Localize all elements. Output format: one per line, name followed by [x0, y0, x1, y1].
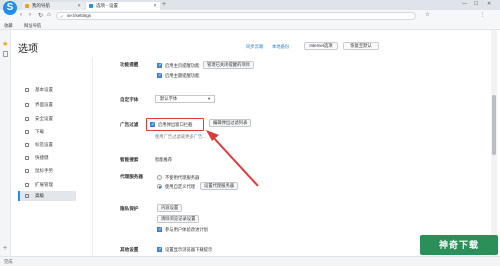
- tab-settings[interactable]: 选项 - 设置 ✕: [86, 2, 160, 10]
- ad-filter-hint: 使用广告过滤或更多广告...: [155, 134, 206, 139]
- local-backup-link[interactable]: 本地备份: [272, 44, 289, 50]
- status-text: 完成: [4, 259, 13, 264]
- home-prompt-checkbox[interactable]: [157, 62, 162, 68]
- side-panel-strip: ★ +: [0, 30, 11, 256]
- nav-item-advanced[interactable]: 高级: [18, 191, 76, 201]
- sync-cloud-link[interactable]: 同步云端: [246, 44, 263, 50]
- active-indicator: [18, 191, 20, 201]
- address-value: se://settings: [67, 13, 92, 18]
- download-prompt-checkbox[interactable]: [157, 246, 162, 252]
- content-settings-button[interactable]: 内容设置: [157, 204, 183, 212]
- function-prompt-label: 功能提醒: [120, 62, 139, 67]
- nav-item-mouse-gesture[interactable]: 鼠标手势: [18, 166, 76, 176]
- manage-closed-prompts-button[interactable]: 管理已关闭提醒的项目: [203, 61, 254, 69]
- favorite-star-icon[interactable]: ☆: [425, 12, 430, 18]
- close-window-button[interactable]: ✕: [487, 1, 491, 7]
- internet-options-button[interactable]: Internet选项: [304, 42, 338, 50]
- interface-icon: [25, 103, 29, 107]
- extension-icon: [25, 183, 29, 187]
- menu-icon[interactable]: ⋮: [480, 12, 486, 18]
- home-prompt-option: 启用主页提醒功能: [165, 63, 200, 68]
- settings-icon: [25, 88, 29, 92]
- reload-button[interactable]: ↻: [38, 12, 43, 19]
- bookmark-favorites[interactable]: 收藏: [4, 23, 13, 29]
- back-button[interactable]: ‹: [20, 12, 22, 18]
- status-bar: 完成: [0, 256, 500, 266]
- no-proxy-option: 不使用代理服务器: [165, 175, 200, 180]
- download-prompt-option: 设置显示浏览器下载提示: [165, 247, 213, 252]
- close-tab-icon[interactable]: ✕: [77, 2, 81, 10]
- shield-icon: [25, 117, 29, 121]
- nav-item-label: 快捷键: [35, 155, 49, 160]
- tab-label: 选项 - 设置: [96, 3, 118, 8]
- no-proxy-radio[interactable]: [157, 175, 162, 180]
- download-icon: [25, 130, 29, 134]
- ux-program-option: 参与用户体验改进计划: [165, 227, 208, 232]
- chevron-down-icon: ▼: [207, 96, 211, 101]
- restore-default-button[interactable]: 恢复至默认: [343, 42, 379, 50]
- font-select[interactable]: 默认字体 ▼: [155, 95, 215, 103]
- minimize-button[interactable]: —: [462, 1, 467, 7]
- tab-strip: S 我的导航 ✕ 选项 - 设置 ✕ + — ☐ ✕: [0, 0, 500, 15]
- forward-button[interactable]: ›: [29, 12, 31, 18]
- keyboard-icon: [25, 156, 29, 160]
- font-select-value: 默认字体: [160, 96, 178, 101]
- page-title: 选项: [18, 44, 38, 55]
- custom-proxy-option: 使用自定义代理: [165, 184, 196, 189]
- nav-item-shortcuts[interactable]: 快捷键: [18, 153, 76, 163]
- highlight-box: [146, 118, 204, 131]
- add-panel-icon[interactable]: +: [3, 245, 7, 252]
- bookmarks-bar: 收藏 网址导航: [0, 22, 500, 30]
- settings-favicon-icon: [89, 4, 93, 8]
- nav-item-label: 高级: [35, 193, 44, 198]
- new-tab-button[interactable]: +: [162, 1, 166, 8]
- close-tab-icon[interactable]: ✕: [153, 2, 157, 10]
- tab-icon: [25, 143, 29, 147]
- clear-history-settings-button[interactable]: 清除浏览记录设置: [157, 215, 200, 223]
- other-settings-label: 其他设置: [120, 247, 139, 252]
- nav-item-interface[interactable]: 界面设置: [18, 100, 76, 110]
- navigation-bar: ‹ › ↻ ⌂ ✓ se://settings ☆ ⋮: [0, 10, 500, 22]
- nav-item-label: 基本设置: [35, 87, 53, 92]
- mouse-icon: [25, 169, 29, 173]
- proxy-label: 代理服务器: [120, 174, 143, 179]
- page-icon[interactable]: [3, 51, 8, 57]
- watermark-logo: 神奇下载: [420, 235, 498, 255]
- bookmark-site-navigation[interactable]: 网址导航: [24, 23, 41, 29]
- ux-program-checkbox[interactable]: [157, 226, 162, 232]
- set-proxy-button[interactable]: 设置代理服务器: [200, 182, 239, 190]
- nav-item-label: 界面设置: [35, 102, 53, 107]
- custom-proxy-radio[interactable]: [157, 184, 162, 189]
- smart-suggest-label: 智能搜索: [120, 157, 139, 162]
- browser-logo-icon[interactable]: S: [3, 1, 17, 15]
- nav-item-tabs[interactable]: 标签设置: [18, 140, 76, 150]
- nav-item-security[interactable]: 安全设置: [18, 114, 76, 124]
- nav-item-label: 鼠标手势: [35, 168, 53, 173]
- maximize-button[interactable]: ☐: [474, 1, 478, 7]
- home-button[interactable]: ⌂: [47, 12, 51, 18]
- secure-shield-icon: ✓: [60, 14, 64, 19]
- favorites-star-icon[interactable]: ★: [2, 40, 8, 48]
- nav-item-basic[interactable]: 基本设置: [18, 85, 76, 95]
- nav-item-label: 安全设置: [35, 116, 53, 121]
- privacy-label: 隐私保护: [120, 206, 139, 211]
- theme-prompt-checkbox[interactable]: [157, 72, 162, 78]
- theme-prompt-option: 启用主题提醒功能: [165, 73, 200, 78]
- nav-item-label: 标签设置: [35, 142, 53, 147]
- ad-filter-label: 广告过滤: [120, 122, 139, 127]
- tab-label: 我的导航: [32, 3, 50, 8]
- nav-item-download[interactable]: 下载: [18, 127, 76, 137]
- smart-suggest-value: 智能推荐: [155, 157, 173, 162]
- navigation-favicon-icon: [25, 4, 29, 8]
- nav-item-label: 下载: [35, 129, 44, 134]
- font-label: 自定字体: [120, 97, 139, 102]
- nav-item-label: 扩展管理: [35, 182, 53, 187]
- scrollbar-thumb[interactable]: [492, 95, 496, 155]
- address-bar[interactable]: ✓ se://settings: [56, 12, 416, 20]
- advanced-icon: [25, 194, 29, 198]
- divider: [92, 58, 93, 256]
- edit-popup-filter-button[interactable]: 编辑弹出过滤列表: [209, 119, 252, 127]
- tab-my-navigation[interactable]: 我的导航 ✕: [22, 2, 84, 10]
- nav-item-extensions[interactable]: 扩展管理: [18, 180, 76, 190]
